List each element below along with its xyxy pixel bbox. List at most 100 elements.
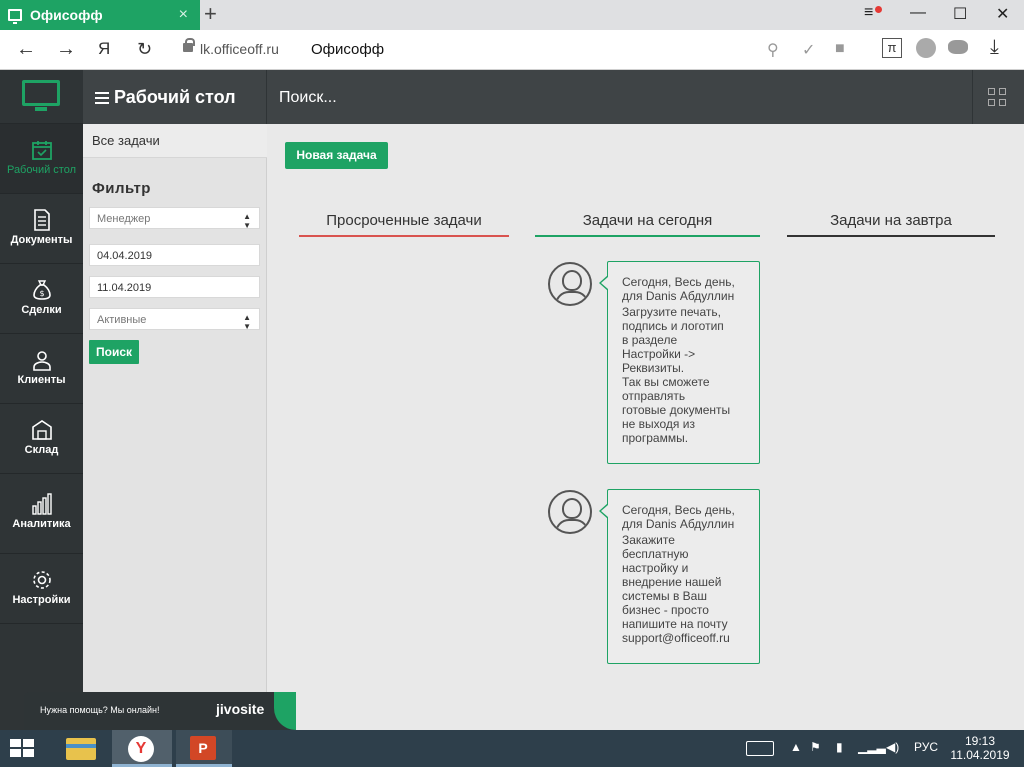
nav-item-deals[interactable]: $ Сделки [0,264,83,334]
reload-icon[interactable]: ↻ [137,38,152,60]
nav-label: Склад [24,444,59,456]
tab-close-icon[interactable]: × [179,6,188,24]
desktop-title: Рабочий стол [114,87,236,107]
nav-label: Сделки [21,304,62,316]
nav-label: Документы [10,234,73,246]
signal-icon[interactable]: ▁▂▃ [858,740,886,754]
close-window-button[interactable]: ✕ [996,4,1009,24]
app-logo[interactable] [0,70,83,124]
select-arrows-icon: ▲ ▼ [243,212,251,230]
document-icon [33,209,50,231]
maximize-button[interactable]: ☐ [953,4,967,24]
nav-item-analytics[interactable]: Аналитика [0,474,83,554]
task-card[interactable]: Сегодня, Весь день, для Danis Абдуллин З… [599,489,760,664]
chat-widget-text: Нужна помощь? Мы онлайн! [40,705,160,715]
task-body: Закажите бесплатную настройку и внедрени… [622,533,730,645]
yandex-icon[interactable]: Я [98,38,110,60]
tomorrow-tasks-header[interactable]: Задачи на завтра [787,212,995,237]
filter-pane: Все задачи Фильтр Менеджер ▲ ▼ 04.04.2019… [83,124,267,730]
monitor-logo-icon [22,80,60,111]
url-text[interactable]: lk.officeoff.ru [200,41,279,57]
task-card[interactable]: Сегодня, Весь день, для Danis Абдуллин З… [599,261,760,464]
tab-title: Офисофф [30,7,103,23]
manager-select[interactable]: Менеджер ▲ ▼ [89,207,260,230]
notification-dot [875,6,882,13]
taskbar-clock[interactable]: 19:13 11.04.2019 [948,734,1012,762]
address-bar: ← → Я ↻ lk.officeoff.ru Офисофф ⚲ ✓ ■ π … [0,30,1024,70]
grid-icon [988,99,995,106]
all-tasks-link[interactable]: Все задачи [83,124,267,158]
main-content: Новая задача Просроченные задачи Задачи … [267,124,1024,730]
keyboard-icon[interactable] [746,741,774,756]
battery-icon[interactable]: ▮ [836,740,843,754]
nav-item-warehouse[interactable]: Склад [0,404,83,474]
language-indicator[interactable]: РУС [914,740,938,754]
client-icon [32,351,51,371]
date-to-input[interactable]: 11.04.2019 [89,276,260,298]
app-top-bar: Рабочий стол Поиск... [83,70,1024,124]
download-icon[interactable]: ⤓ [990,36,999,59]
warehouse-icon [31,420,52,440]
windows-start-icon[interactable] [10,739,36,759]
browser-tab[interactable]: Офисофф × [0,0,200,30]
clock-date: 11.04.2019 [950,748,1010,762]
nav-item-clients[interactable]: Клиенты [0,334,83,404]
nav-label: Настройки [12,594,71,606]
yandex-browser-taskbar-icon[interactable]: Y [112,730,172,767]
new-tab-button[interactable]: + [204,2,217,26]
nav-item-settings[interactable]: Настройки [0,554,83,624]
grid-icon [999,88,1006,95]
tray-expand-icon[interactable]: ▲ [790,740,802,754]
nav-label: Аналитика [12,518,71,530]
extension-pi-icon[interactable]: π [882,38,902,58]
gear-icon [32,571,51,589]
grid-icon [988,88,995,95]
desktop-menu[interactable]: Рабочий стол [95,87,236,108]
grid-icon [999,99,1006,106]
nav-label: Клиенты [17,374,66,386]
protect-icon[interactable]: ✓ [802,40,815,60]
left-nav: Рабочий стол Документы $ Сделки Клиенты … [0,70,83,730]
user-avatar-icon [548,262,592,306]
windows-taskbar: Y P ▲ ⚑ ▮ ▁▂▃ ◀) РУС 19:13 11.04.2019 [0,730,1024,767]
globe-icon[interactable] [916,38,936,58]
key-icon[interactable]: ⚲ [767,40,779,60]
file-explorer-taskbar-icon[interactable] [56,730,108,767]
apps-grid-button[interactable] [972,70,1024,124]
page-title: Офисофф [311,41,385,58]
browser-tab-strip: Офисофф × + ≡ — ☐ ✕ [0,0,1024,30]
jivosite-logo: jivosite [216,701,265,717]
today-tasks-header[interactable]: Задачи на сегодня [535,212,760,237]
browser-menu-button[interactable]: ≡ [864,4,873,22]
task-meta: Сегодня, Весь день, для Danis Абдуллин [622,503,735,531]
flag-icon[interactable]: ⚑ [810,740,821,754]
filter-search-button[interactable]: Поиск [89,340,139,364]
svg-text:$: $ [39,289,44,298]
task-meta: Сегодня, Весь день, для Danis Абдуллин [622,275,735,303]
status-select-value: Активные [97,314,147,326]
extension-icon[interactable] [948,40,968,54]
chart-icon [31,493,52,515]
task-body: Загрузите печать, подпись и логотип в ра… [622,305,731,445]
volume-icon[interactable]: ◀) [886,740,899,754]
global-search-input[interactable]: Поиск... [266,70,972,124]
hamburger-icon [95,91,109,104]
calendar-icon [31,141,52,160]
forward-arrow-icon[interactable]: → [56,38,76,60]
back-arrow-icon[interactable]: ← [16,38,36,60]
lock-icon [183,38,195,52]
date-from-input[interactable]: 04.04.2019 [89,244,260,266]
nav-label: Рабочий стол [6,164,77,176]
status-select[interactable]: Активные ▲ ▼ [89,308,260,331]
overdue-tasks-header[interactable]: Просроченные задачи [299,212,509,237]
nav-item-documents[interactable]: Документы [0,194,83,264]
user-avatar-icon [548,490,592,534]
minimize-button[interactable]: — [910,4,926,22]
powerpoint-taskbar-icon[interactable]: P [176,730,232,767]
money-bag-icon: $ [32,280,51,300]
nav-item-desktop[interactable]: Рабочий стол [0,124,83,194]
filter-title: Фильтр [92,180,151,197]
new-task-button[interactable]: Новая задача [285,142,388,169]
chat-widget[interactable]: Нужна помощь? Мы онлайн! jivosite [24,692,296,730]
bookmark-icon[interactable]: ■ [835,40,845,58]
